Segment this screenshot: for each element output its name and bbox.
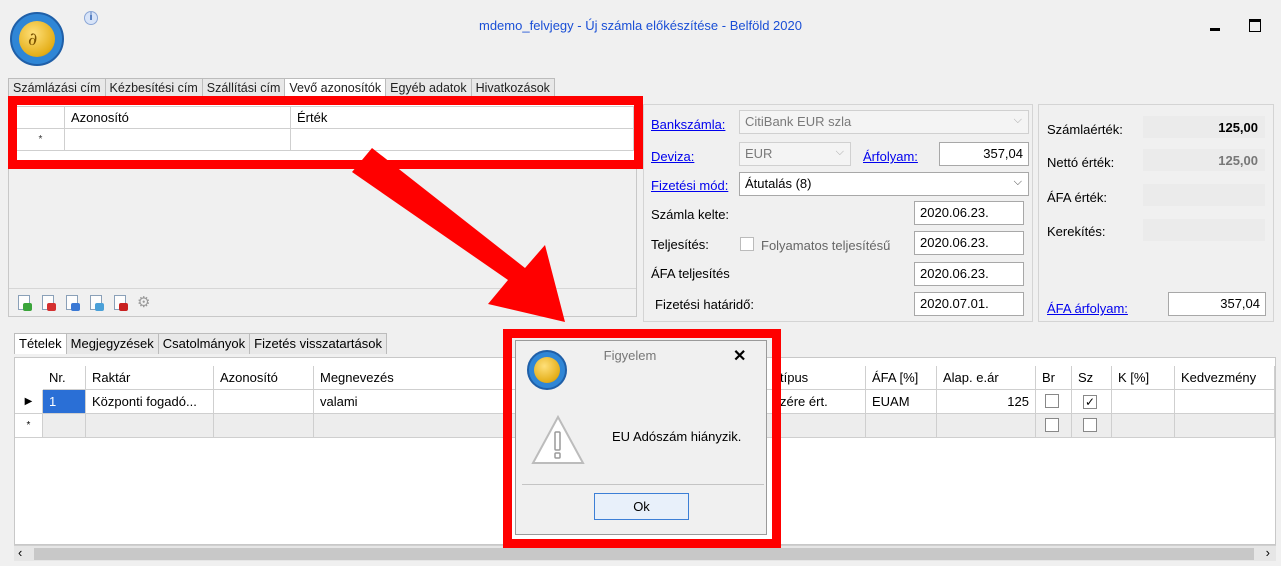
new-row-cell[interactable]: [43, 414, 86, 438]
sz-cell[interactable]: ✓: [1072, 390, 1112, 414]
tab-egyeb-adatok[interactable]: Egyéb adatok: [385, 78, 472, 98]
chevron-down-icon: ⌵: [835, 146, 844, 158]
window-title: mdemo_felvjegy - Új számla előkészítése …: [479, 18, 802, 33]
netto-label: Nettó érték:: [1047, 155, 1115, 170]
szamlaertek-value: 125,00: [1143, 116, 1265, 138]
scroll-left-icon[interactable]: ‹: [18, 545, 22, 560]
szamlaertek-label: Számlaérték:: [1047, 122, 1123, 137]
column-header-afa[interactable]: ÁFA [%]: [866, 366, 937, 390]
k-cell[interactable]: [1112, 390, 1175, 414]
kerekites-value: [1143, 219, 1265, 241]
tab-megjegyzesek[interactable]: Megjegyzések: [65, 333, 159, 354]
afa-arfolyam-input[interactable]: 357,04: [1168, 292, 1266, 316]
nr-cell[interactable]: 1: [43, 390, 86, 414]
tab-hivatkozasok[interactable]: Hivatkozások: [470, 78, 555, 98]
edit-row-icon[interactable]: [89, 295, 104, 311]
bankszamla-value: CitiBank EUR szla: [745, 114, 852, 129]
fizetesi-mod-select[interactable]: Átutalás (8) ⌵: [739, 172, 1029, 196]
teljesites-input[interactable]: 2020.06.23.: [914, 231, 1024, 255]
detail-tabs: Tételek Megjegyzések Csatolmányok Fizetés v…: [14, 333, 387, 354]
afa-teljesites-input[interactable]: 2020.06.23.: [914, 262, 1024, 286]
sz-checkbox[interactable]: [1083, 418, 1097, 432]
folyamatos-checkbox[interactable]: [740, 237, 754, 251]
tab-szallitasi-cim[interactable]: Szállítási cím: [201, 78, 286, 98]
column-header-raktar[interactable]: Raktár: [86, 366, 214, 390]
column-header-k[interactable]: K [%]: [1112, 366, 1175, 390]
bankszamla-link[interactable]: Bankszámla:: [651, 117, 725, 132]
tipus-cell[interactable]: zére ért.: [774, 390, 866, 414]
afa-arfolyam-link[interactable]: ÁFA árfolyam:: [1047, 301, 1128, 316]
minimize-icon[interactable]: [1205, 14, 1225, 34]
new-row-cell[interactable]: [937, 414, 1036, 438]
arfolyam-input[interactable]: 357,04: [939, 142, 1029, 166]
chevron-down-icon: ⌵: [1013, 176, 1022, 188]
new-row-cell[interactable]: [214, 414, 314, 438]
fizetesi-mod-link[interactable]: Fizetési mód:: [651, 178, 728, 193]
column-header-nr[interactable]: Nr.: [43, 366, 86, 390]
column-header-alap-ar[interactable]: Alap. e.ár: [937, 366, 1036, 390]
folyamatos-label: Folyamatos teljesítésű: [761, 238, 891, 253]
column-header-azonosito[interactable]: Azonosító: [214, 366, 314, 390]
azonosito-cell[interactable]: [214, 390, 314, 414]
delete-row-icon[interactable]: [113, 295, 128, 311]
scroll-right-icon[interactable]: ›: [1266, 545, 1270, 560]
new-row-cell[interactable]: [1112, 414, 1175, 438]
move-row-icon[interactable]: [65, 295, 80, 311]
new-row-cell[interactable]: [866, 414, 937, 438]
br-cell[interactable]: [1036, 390, 1072, 414]
arfolyam-link[interactable]: Árfolyam:: [863, 149, 918, 164]
szamla-kelte-label: Számla kelte:: [651, 207, 730, 222]
deviza-value: EUR: [745, 146, 773, 161]
new-row-cell[interactable]: [1072, 414, 1112, 438]
new-row-cell[interactable]: [774, 414, 866, 438]
new-row-cell[interactable]: [1175, 414, 1275, 438]
identifiers-toolbar: ⚙: [9, 288, 636, 316]
tab-tetelek[interactable]: Tételek: [14, 333, 67, 354]
afa-cell[interactable]: EUAM: [866, 390, 937, 414]
afa-teljesites-label: ÁFA teljesítés: [651, 266, 730, 281]
new-row-marker[interactable]: *: [15, 414, 43, 438]
bankszamla-select[interactable]: CitiBank EUR szla ⌵: [739, 110, 1029, 134]
annotation-highlight-dialog: [503, 329, 781, 548]
grid-empty-area: [9, 160, 636, 288]
column-header-kedvezmeny[interactable]: Kedvezmény: [1175, 366, 1275, 390]
add-row-icon[interactable]: [17, 295, 32, 311]
column-header-sz[interactable]: Sz: [1072, 366, 1112, 390]
new-row-cell[interactable]: [1036, 414, 1072, 438]
deviza-link[interactable]: Deviza:: [651, 149, 694, 164]
tab-szamlazasi-cim[interactable]: Számlázási cím: [8, 78, 106, 98]
br-checkbox[interactable]: [1045, 394, 1059, 408]
fizetesi-hatarido-label: Fizetési határidő:: [655, 297, 754, 312]
chevron-down-icon: ⌵: [1013, 114, 1022, 126]
tab-csatolmanyok[interactable]: Csatolmányok: [157, 333, 251, 354]
row-selector-icon[interactable]: ▶: [15, 390, 43, 414]
br-checkbox[interactable]: [1045, 418, 1059, 432]
remove-row-icon[interactable]: [41, 295, 56, 311]
fizetesi-mod-value: Átutalás (8): [745, 176, 812, 191]
column-header-tipus[interactable]: típus: [774, 366, 866, 390]
column-header-br[interactable]: Br: [1036, 366, 1072, 390]
annotation-highlight-identifiers: [8, 96, 643, 169]
deviza-select[interactable]: EUR ⌵: [739, 142, 851, 166]
sz-checkbox[interactable]: ✓: [1083, 395, 1097, 409]
scrollbar-thumb[interactable]: [34, 548, 1254, 560]
kerekites-label: Kerekítés:: [1047, 224, 1106, 239]
title-bar: [0, 0, 1281, 72]
afa-ertek-value: [1143, 184, 1265, 206]
alap-ar-cell[interactable]: 125: [937, 390, 1036, 414]
raktar-cell[interactable]: Központi fogadó...: [86, 390, 214, 414]
teljesites-label: Teljesítés:: [651, 237, 709, 252]
address-tabs: Számlázási cím Kézbesítési cím Szállítási …: [8, 78, 555, 100]
tab-fizetes-visszatartasok[interactable]: Fizetés visszatartások: [249, 333, 387, 354]
maximize-icon[interactable]: [1245, 14, 1265, 34]
fizetesi-hatarido-input[interactable]: 2020.07.01.: [914, 292, 1024, 316]
gear-icon[interactable]: ⚙: [137, 295, 152, 311]
szamla-kelte-input[interactable]: 2020.06.23.: [914, 201, 1024, 225]
netto-value: 125,00: [1143, 149, 1265, 171]
kedvezmeny-cell[interactable]: [1175, 390, 1275, 414]
new-row-cell[interactable]: [86, 414, 214, 438]
tab-kezbesitesi-cim[interactable]: Kézbesítési cím: [104, 78, 203, 98]
afa-ertek-label: ÁFA érték:: [1047, 190, 1107, 205]
